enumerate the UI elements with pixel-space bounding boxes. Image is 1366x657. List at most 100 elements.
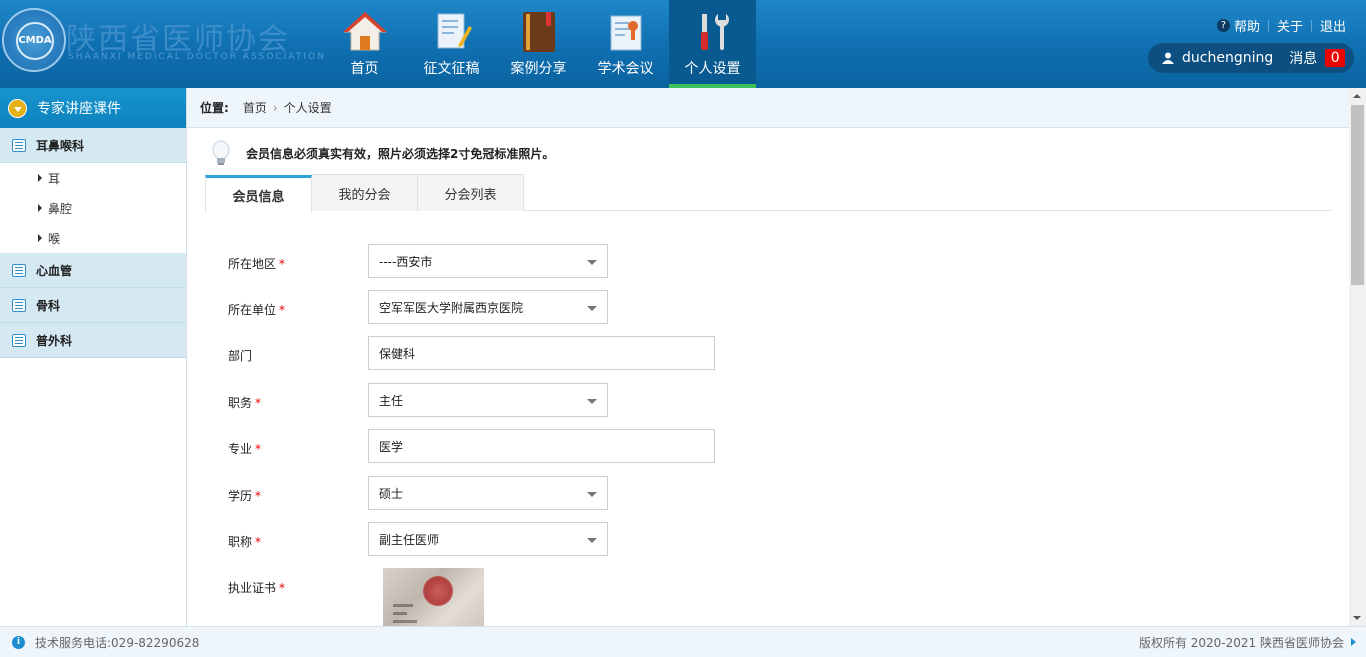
nav-personal-settings[interactable]: 个人设置 xyxy=(669,0,756,88)
caret-right-icon xyxy=(38,204,42,212)
title-label: 职称 * xyxy=(228,533,261,550)
nav-cases[interactable]: 案例分享 xyxy=(495,0,582,88)
about-link[interactable]: 关于 xyxy=(1277,16,1303,35)
logo[interactable]: CMDA xyxy=(2,8,66,72)
category-label: 普外科 xyxy=(36,333,73,348)
sidebar-item-ear[interactable]: 耳 xyxy=(0,163,186,193)
education-select[interactable]: 硕士 xyxy=(368,476,608,510)
region-label: 所在地区 * xyxy=(228,255,285,272)
scrollbar-thumb[interactable] xyxy=(1351,105,1364,285)
select-value: 主任 xyxy=(379,393,404,408)
footer: i 技术服务电话:029-82290628 版权所有 2020-2021 陕西省… xyxy=(0,626,1366,657)
site-subtitle: SHAANXI MEDICAL DOCTOR ASSOCIATION xyxy=(68,52,326,62)
item-label: 鼻腔 xyxy=(48,201,73,216)
divider xyxy=(1267,19,1269,32)
select-value: 副主任医师 xyxy=(379,532,440,547)
label-text: 职称 xyxy=(228,535,253,549)
chevron-down-icon xyxy=(587,260,597,265)
select-value: 硕士 xyxy=(379,486,404,501)
caret-right-icon xyxy=(38,174,42,182)
tab-member-info[interactable]: 会员信息 xyxy=(205,175,312,212)
breadcrumb: 位置: 首页 › 个人设置 xyxy=(187,88,1349,128)
sidebar-category-cardio[interactable]: 心血管 xyxy=(0,253,186,288)
sidebar-header[interactable]: 专家讲座课件 xyxy=(0,88,186,128)
caret-right-icon[interactable] xyxy=(1351,638,1356,646)
logout-link[interactable]: 退出 xyxy=(1320,16,1346,35)
photo-detail xyxy=(393,620,417,623)
required-mark: * xyxy=(255,535,262,549)
messages-link[interactable]: 消息 xyxy=(1289,48,1317,68)
sidebar-item-throat[interactable]: 喉 xyxy=(0,223,186,253)
select-value: 空军军医大学附属西京医院 xyxy=(379,300,524,315)
label-text: 所在单位 xyxy=(228,303,277,317)
house-icon xyxy=(343,12,387,51)
nav-submission[interactable]: 征文征稿 xyxy=(408,0,495,88)
breadcrumb-label: 位置: xyxy=(200,101,229,115)
notice-text: 会员信息必须真实有效，照片必须选择2寸免冠标准照片。 xyxy=(246,146,555,161)
nav-label: 案例分享 xyxy=(510,61,567,77)
nav-conference[interactable]: 学术会议 xyxy=(582,0,669,88)
header: CMDA 陕西省医师协会 SHAANXI MEDICAL DOCTOR ASSO… xyxy=(0,0,1366,88)
vertical-scrollbar[interactable] xyxy=(1349,88,1366,626)
tab-my-branch[interactable]: 我的分会 xyxy=(311,174,418,211)
nav-label: 个人设置 xyxy=(684,61,741,77)
sidebar-category-ortho[interactable]: 骨科 xyxy=(0,288,186,323)
chevron-down-icon xyxy=(587,538,597,543)
sidebar-title: 专家讲座课件 xyxy=(37,101,121,117)
sidebar-category-surgery[interactable]: 普外科 xyxy=(0,323,186,358)
unit-label: 所在单位 * xyxy=(228,301,285,318)
label-text: 职务 xyxy=(228,396,253,410)
scroll-down-icon[interactable] xyxy=(1349,609,1366,626)
required-mark: * xyxy=(279,581,286,595)
label-text: 执业证书 xyxy=(228,581,277,595)
lightbulb-icon xyxy=(212,140,230,165)
list-icon xyxy=(12,138,26,152)
major-input[interactable]: 医学 xyxy=(368,429,715,463)
label-text: 所在地区 xyxy=(228,257,277,271)
tab-branch-list[interactable]: 分会列表 xyxy=(417,174,524,211)
nav-label: 学术会议 xyxy=(597,61,654,77)
license-label: 执业证书 * xyxy=(228,579,285,596)
department-label: 部门 xyxy=(228,347,252,364)
message-count-badge[interactable]: 0 xyxy=(1325,49,1346,67)
info-icon: i xyxy=(12,635,25,649)
title-select[interactable]: 副主任医师 xyxy=(368,522,608,556)
license-photo[interactable] xyxy=(383,568,484,626)
input-value: 医学 xyxy=(379,439,404,454)
breadcrumb-home[interactable]: 首页 xyxy=(243,99,267,116)
divider xyxy=(1310,19,1312,32)
scroll-up-icon[interactable] xyxy=(1349,88,1366,105)
photo-detail xyxy=(393,604,413,607)
user-icon xyxy=(1162,52,1174,64)
position-select[interactable]: 主任 xyxy=(368,383,608,417)
copyright: 版权所有 2020-2021 陕西省医师协会 xyxy=(1138,635,1344,650)
category-label: 心血管 xyxy=(36,263,73,278)
nav-home[interactable]: 首页 xyxy=(321,0,408,88)
nav-label: 征文征稿 xyxy=(423,61,480,77)
required-mark: * xyxy=(255,396,262,410)
nav-label: 首页 xyxy=(350,61,379,77)
list-icon xyxy=(12,333,26,347)
list-icon xyxy=(12,298,26,312)
chevron-down-icon xyxy=(587,399,597,404)
item-label: 耳 xyxy=(48,171,61,186)
department-input[interactable]: 保健科 xyxy=(368,336,715,370)
required-mark: * xyxy=(255,442,262,456)
required-mark: * xyxy=(279,303,286,317)
chevron-down-icon xyxy=(587,492,597,497)
seal-icon xyxy=(423,576,453,606)
sidebar-category-ent[interactable]: 耳鼻喉科 xyxy=(0,128,186,163)
breadcrumb-current: 个人设置 xyxy=(283,101,332,115)
caret-right-icon xyxy=(38,234,42,242)
chevron-down-icon xyxy=(8,98,27,118)
unit-select[interactable]: 空军军医大学附属西京医院 xyxy=(368,290,608,324)
input-value: 保健科 xyxy=(379,346,416,361)
help-link[interactable]: 帮助 xyxy=(1234,16,1260,35)
support-phone: 技术服务电话:029-82290628 xyxy=(35,635,200,650)
sidebar: 专家讲座课件 耳鼻喉科 耳 鼻腔 喉 心血管 骨科 普外科 xyxy=(0,88,187,626)
sidebar-item-nasal[interactable]: 鼻腔 xyxy=(0,193,186,223)
username[interactable]: duchengning xyxy=(1182,50,1273,66)
region-select[interactable]: ----西安市 xyxy=(368,244,608,278)
main-nav: 首页 征文征稿 案例分享 学术会议 个人设置 xyxy=(321,0,756,88)
chevron-right-icon: › xyxy=(272,100,278,115)
